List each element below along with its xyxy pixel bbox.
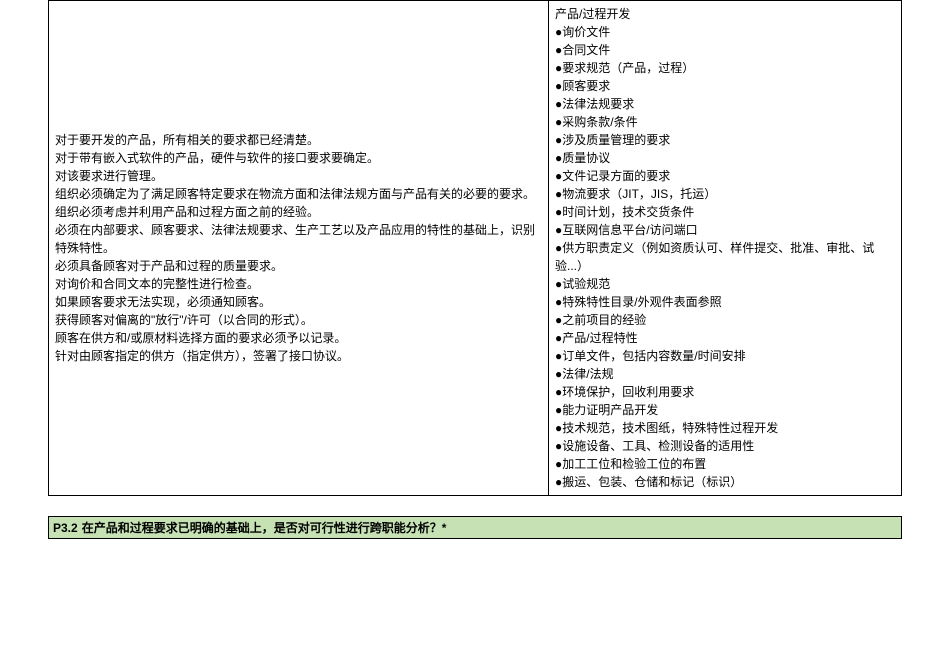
left-column: 对于要开发的产品，所有相关的要求都已经清楚。 对于带有嵌入式软件的产品，硬件与软… (49, 1, 549, 495)
left-p2: 对于带有嵌入式软件的产品，硬件与软件的接口要求要确定。 (55, 149, 542, 167)
left-p6: 必须在内部要求、顾客要求、法律法规要求、生产工艺以及产品应用的特性的基础上，识别… (55, 221, 542, 257)
right-b13: ●供方职责定义（例如资质认可、样件提交、批准、审批、试验...） (555, 239, 895, 275)
requirements-table: 对于要开发的产品，所有相关的要求都已经清楚。 对于带有嵌入式软件的产品，硬件与软… (48, 0, 902, 496)
right-b25: ●搬运、包装、仓储和标记（标识） (555, 473, 895, 491)
right-b8: ●质量协议 (555, 149, 895, 167)
left-p8: 对询价和合同文本的完整性进行检查。 (55, 275, 542, 293)
right-b6: ●采购条款/条件 (555, 113, 895, 131)
right-b24: ●加工工位和检验工位的布置 (555, 455, 895, 473)
section-code: P3.2 (53, 521, 78, 535)
right-b2: ●合同文件 (555, 41, 895, 59)
right-b3: ●要求规范（产品，过程） (555, 59, 895, 77)
left-p7: 必须具备顾客对于产品和过程的质量要求。 (55, 257, 542, 275)
left-p9: 如果顾客要求无法实现，必须通知顾客。 (55, 293, 542, 311)
section-text: 在产品和过程要求已明确的基础上，是否对可行性进行跨职能分析？* (82, 521, 447, 535)
left-p4: 组织必须确定为了满足顾客特定要求在物流方面和法律法规方面与产品有关的必要的要求。 (55, 185, 542, 203)
right-column: 产品/过程开发 ●询价文件 ●合同文件 ●要求规范（产品，过程） ●顾客要求 ●… (549, 1, 901, 495)
right-b10: ●物流要求（JIT，JIS，托运） (555, 185, 895, 203)
right-b21: ●能力证明产品开发 (555, 401, 895, 419)
right-b9: ●文件记录方面的要求 (555, 167, 895, 185)
right-b20: ●环境保护，回收利用要求 (555, 383, 895, 401)
right-b22: ●技术规范，技术图纸，特殊特性过程开发 (555, 419, 895, 437)
section-header-p32: P3.2 在产品和过程要求已明确的基础上，是否对可行性进行跨职能分析？* (48, 516, 902, 539)
right-b5: ●法律法规要求 (555, 95, 895, 113)
right-b15: ●特殊特性目录/外观件表面参照 (555, 293, 895, 311)
left-p12: 针对由顾客指定的供方（指定供方），签署了接口协议。 (55, 347, 542, 365)
right-b7: ●涉及质量管理的要求 (555, 131, 895, 149)
right-b4: ●顾客要求 (555, 77, 895, 95)
left-p11: 顾客在供方和/或原材料选择方面的要求必须予以记录。 (55, 329, 542, 347)
left-p5: 组织必须考虑并利用产品和过程方面之前的经验。 (55, 203, 542, 221)
right-b14: ●试验规范 (555, 275, 895, 293)
left-p10: 获得顾客对偏离的"放行"/许可（以合同的形式）。 (55, 311, 542, 329)
right-b1: ●询价文件 (555, 23, 895, 41)
right-title: 产品/过程开发 (555, 5, 895, 23)
right-b19: ●法律/法规 (555, 365, 895, 383)
right-b18: ●订单文件，包括内容数量/时间安排 (555, 347, 895, 365)
right-b11: ●时间计划，技术交货条件 (555, 203, 895, 221)
right-b23: ●设施设备、工具、检测设备的适用性 (555, 437, 895, 455)
right-b16: ●之前项目的经验 (555, 311, 895, 329)
right-b12: ●互联网信息平台/访问端口 (555, 221, 895, 239)
left-p1: 对于要开发的产品，所有相关的要求都已经清楚。 (55, 131, 542, 149)
left-p3: 对该要求进行管理。 (55, 167, 542, 185)
right-b17: ●产品/过程特性 (555, 329, 895, 347)
